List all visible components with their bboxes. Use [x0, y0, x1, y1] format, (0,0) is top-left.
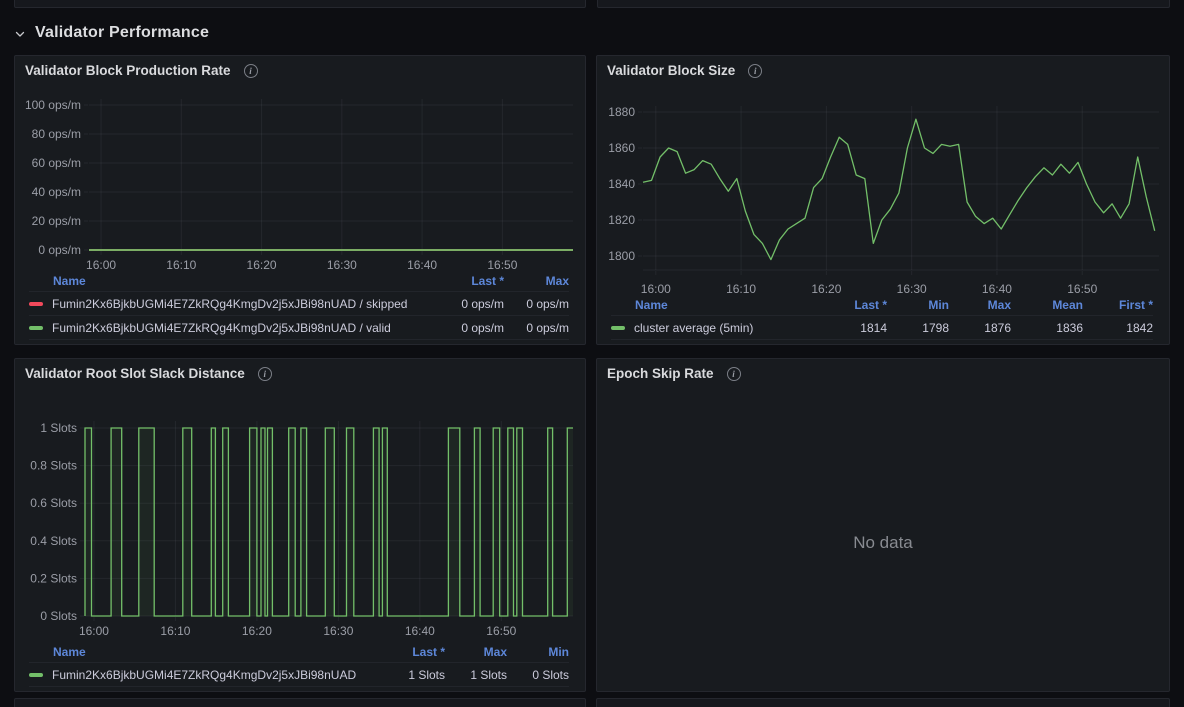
legend-row: Fumin2Kx6BjkbUGMi4E7ZkRQg4KmgDv2j5xJBi98…: [29, 662, 569, 686]
legend-column-header[interactable]: Min: [887, 298, 949, 312]
y-axis-tick-label: 0.8 Slots: [30, 459, 77, 473]
x-axis-tick-label: 16:20: [811, 282, 841, 296]
x-axis-tick-label: 16:50: [1067, 282, 1097, 296]
legend-value: 1 Slots: [445, 668, 507, 682]
series-color-marker: [29, 302, 43, 306]
x-axis-tick-label: 16:20: [242, 624, 272, 638]
x-axis-tick-label: 16:20: [247, 258, 277, 272]
legend-row: Fumin2Kx6BjkbUGMi4E7ZkRQg4KmgDv2j5xJBi98…: [29, 291, 569, 315]
panel-title[interactable]: Epoch Skip Rate: [607, 359, 714, 389]
x-axis-tick-label: 16:50: [486, 624, 516, 638]
time-series-chart[interactable]: 0 Slots 0.2 Slots 0.4 Slots 0.6 Slots 0.8 Sl…: [15, 359, 587, 647]
legend-column-header[interactable]: Min: [507, 645, 569, 659]
y-axis-tick-label: 40 ops/m: [32, 185, 81, 199]
y-axis-tick-label: 1860: [608, 141, 635, 155]
legend-value: 0 Slots: [507, 668, 569, 682]
legend-value: 1814: [823, 321, 887, 335]
partial-panel-bottom-right: [596, 698, 1170, 707]
series-color-marker: [29, 673, 43, 677]
y-axis-tick-label: 0.4 Slots: [30, 534, 77, 548]
y-axis-tick-label: 80 ops/m: [32, 127, 81, 141]
legend: NameLast *MaxMin Fumin2Kx6BjkbUGMi4E7ZkRQ…: [29, 642, 569, 687]
section-header-validator-performance[interactable]: Validator Performance: [14, 22, 209, 44]
section-title: Validator Performance: [35, 24, 209, 42]
panel-epoch-skip-rate: Epoch Skip Rate i No data: [596, 358, 1170, 692]
legend-value: 1842: [1083, 321, 1153, 335]
time-series-chart[interactable]: 1800 1820 1840 1860 1880 16:00 16:10 16:20 16:30…: [597, 56, 1171, 300]
series-color-marker: [29, 326, 43, 330]
x-axis-tick-label: 16:00: [79, 624, 109, 638]
legend-series-name[interactable]: cluster average (5min): [634, 321, 823, 335]
x-axis-tick-label: 16:10: [160, 624, 190, 638]
y-axis-tick-label: 1840: [608, 177, 635, 191]
y-axis-tick-label: 1820: [608, 213, 635, 227]
y-axis-tick-label: 1 Slots: [40, 421, 77, 435]
y-axis-tick-label: 1800: [608, 249, 635, 263]
y-axis-tick-label: 0.2 Slots: [30, 571, 77, 585]
x-axis-tick-label: 16:10: [726, 282, 756, 296]
x-axis-tick-label: 16:10: [166, 258, 196, 272]
chevron-down-icon[interactable]: [14, 28, 26, 40]
series-color-marker: [611, 326, 625, 330]
legend-header: NameLast *Max: [29, 271, 569, 291]
x-axis-tick-label: 16:50: [487, 258, 517, 272]
y-axis-tick-label: 100 ops/m: [25, 98, 81, 112]
legend-column-header[interactable]: First *: [1083, 298, 1153, 312]
partial-panel-bottom-left: [14, 698, 586, 707]
legend-row: Fumin2Kx6BjkbUGMi4E7ZkRQg4KmgDv2j5xJBi98…: [29, 315, 569, 339]
x-axis-tick-label: 16:40: [982, 282, 1012, 296]
y-axis-tick-label: 0 Slots: [40, 609, 77, 623]
panel-validator-block-size: Validator Block Size i 18001820184018601…: [596, 55, 1170, 345]
legend-value: 1876: [949, 321, 1011, 335]
legend-value: 0 ops/m: [434, 297, 504, 311]
y-axis-tick-label: 1880: [608, 105, 635, 119]
x-axis-tick-label: 16:30: [897, 282, 927, 296]
y-axis-tick-label: 0.6 Slots: [30, 496, 77, 510]
panel-validator-block-production-rate: Validator Block Production Rate i 0 ops/…: [14, 55, 586, 345]
time-series-chart[interactable]: 0 ops/m 20 ops/m 40 ops/m 60 ops/m 80 ops/m 1…: [15, 56, 587, 276]
legend-value: 1836: [1011, 321, 1083, 335]
legend-name-column-header[interactable]: Name: [611, 298, 823, 312]
legend-value: 0 ops/m: [434, 321, 504, 335]
panel-header[interactable]: Epoch Skip Rate i: [597, 359, 1169, 389]
legend: NameLast *MinMaxMeanFirst *cluster avera…: [611, 295, 1153, 340]
y-axis-tick-label: 0 ops/m: [38, 243, 81, 257]
legend-value: 1 Slots: [383, 668, 445, 682]
legend-column-header[interactable]: Last *: [823, 298, 887, 312]
x-axis-tick-label: 16:00: [641, 282, 671, 296]
x-axis-tick-label: 16:30: [323, 624, 353, 638]
legend-column-header[interactable]: Max: [504, 274, 569, 288]
legend-column-header[interactable]: Last *: [434, 274, 504, 288]
x-axis-tick-label: 16:30: [327, 258, 357, 272]
no-data-text: No data: [597, 533, 1169, 553]
partial-panel-top-left: [14, 0, 586, 8]
legend-series-name[interactable]: Fumin2Kx6BjkbUGMi4E7ZkRQg4KmgDv2j5xJBi98…: [52, 668, 383, 682]
legend-row: cluster average (5min)181417981876183618…: [611, 315, 1153, 339]
dashboard-canvas: Validator Performance Validator Block Pr…: [0, 0, 1184, 707]
series-line: [643, 119, 1155, 259]
legend-header: NameLast *MaxMin: [29, 642, 569, 662]
legend-column-header[interactable]: Mean: [1011, 298, 1083, 312]
x-axis-tick-label: 16:40: [407, 258, 437, 272]
legend-series-name[interactable]: Fumin2Kx6BjkbUGMi4E7ZkRQg4KmgDv2j5xJBi98…: [52, 321, 434, 335]
y-axis-tick-label: 20 ops/m: [32, 214, 81, 228]
legend-value: 1798: [887, 321, 949, 335]
legend-name-column-header[interactable]: Name: [29, 645, 383, 659]
legend-value: 0 ops/m: [504, 297, 569, 311]
x-axis-tick-label: 16:40: [405, 624, 435, 638]
legend-series-name[interactable]: Fumin2Kx6BjkbUGMi4E7ZkRQg4KmgDv2j5xJBi98…: [52, 297, 434, 311]
legend-value: 0 ops/m: [504, 321, 569, 335]
legend-column-header[interactable]: Max: [445, 645, 507, 659]
y-axis-tick-label: 60 ops/m: [32, 156, 81, 170]
legend-header: NameLast *MinMaxMeanFirst *: [611, 295, 1153, 315]
legend-column-header[interactable]: Max: [949, 298, 1011, 312]
legend-column-header[interactable]: Last *: [383, 645, 445, 659]
partial-panel-top-right: [597, 0, 1170, 8]
legend: NameLast *Max Fumin2Kx6BjkbUGMi4E7ZkRQg4K…: [29, 271, 569, 340]
x-axis-tick-label: 16:00: [86, 258, 116, 272]
legend-name-column-header[interactable]: Name: [29, 274, 434, 288]
info-icon[interactable]: i: [727, 367, 741, 381]
panel-validator-root-slot-slack-distance: Validator Root Slot Slack Distance i 0 S…: [14, 358, 586, 692]
